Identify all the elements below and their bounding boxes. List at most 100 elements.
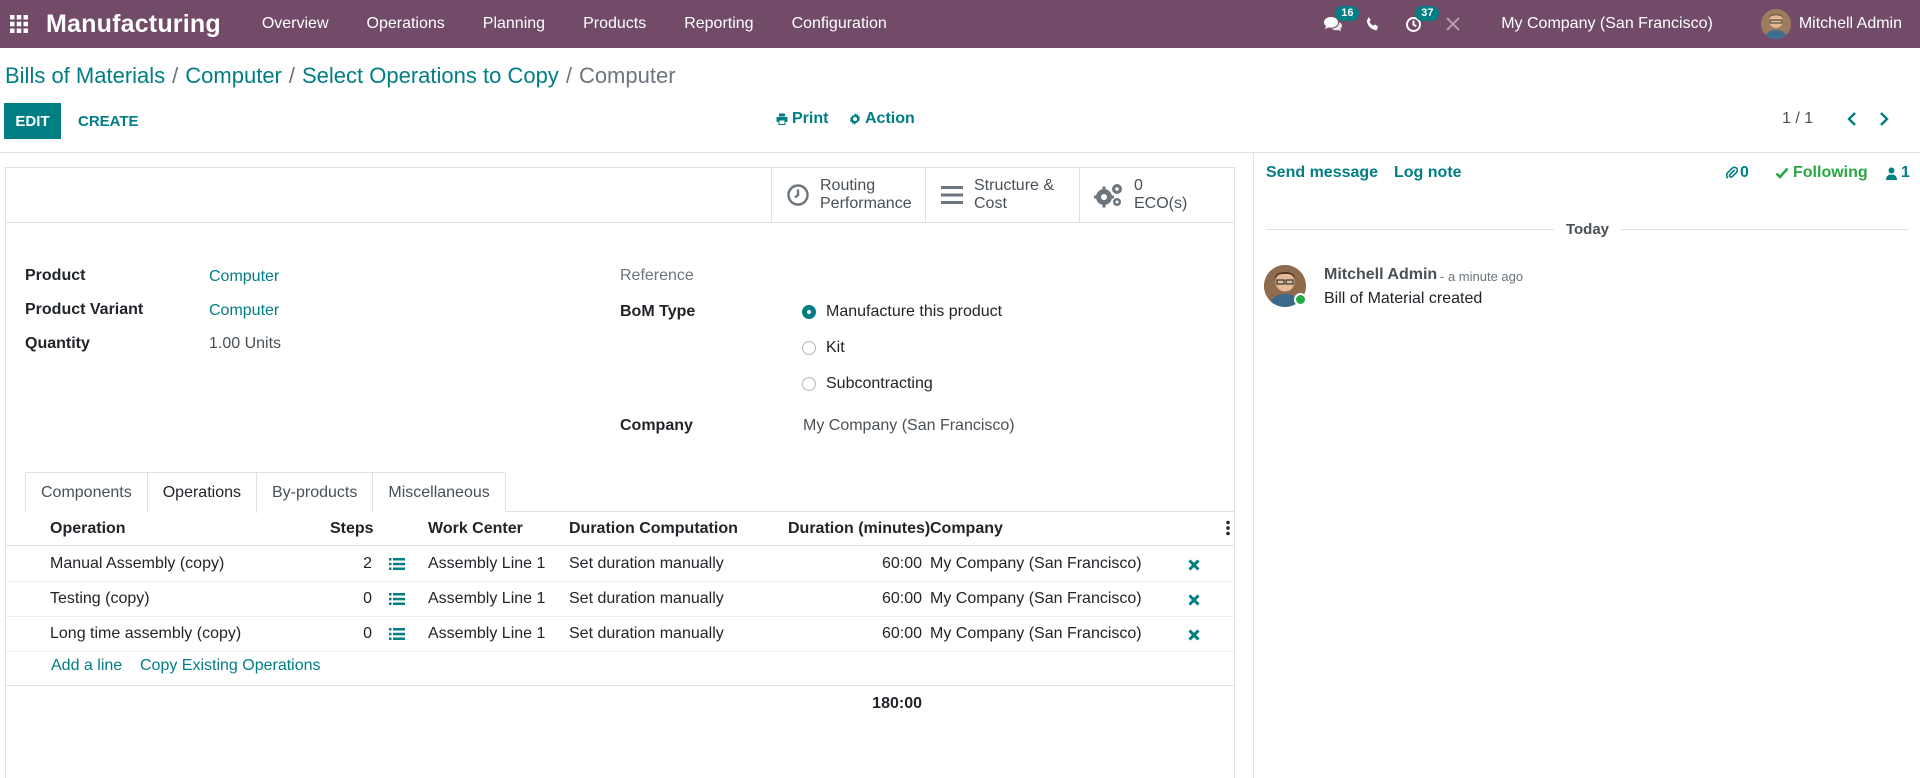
- operations-table-header: Operation Steps Work Center Duration Com…: [6, 512, 1234, 546]
- message-author-avatar[interactable]: [1264, 265, 1307, 307]
- steps-cell: 2: [363, 555, 372, 572]
- check-icon: [1775, 167, 1789, 179]
- apps-menu-icon[interactable]: [4, 0, 34, 48]
- delete-icon[interactable]: [1188, 558, 1200, 576]
- structure-cost-button[interactable]: Structure & Cost: [926, 168, 1080, 222]
- col-operation[interactable]: Operation: [50, 520, 126, 538]
- radio-checked-icon: [802, 305, 816, 319]
- col-company[interactable]: Company: [930, 520, 1003, 538]
- company-switcher[interactable]: My Company (San Francisco): [1501, 15, 1713, 33]
- create-button[interactable]: CREATE: [70, 103, 147, 139]
- menu-reporting[interactable]: Reporting: [665, 0, 772, 48]
- bom-type-subcontracting[interactable]: Subcontracting: [802, 375, 933, 393]
- printer-icon: [776, 113, 788, 125]
- attachments-button[interactable]: 0: [1726, 164, 1749, 182]
- app-title[interactable]: Manufacturing: [46, 10, 221, 39]
- pager-previous[interactable]: [1842, 108, 1862, 130]
- activity-menu[interactable]: 37: [1393, 0, 1440, 48]
- col-steps[interactable]: Steps: [330, 520, 374, 538]
- col-duration-computation[interactable]: Duration Computation: [569, 520, 738, 538]
- tab-operations[interactable]: Operations: [146, 472, 257, 513]
- top-navbar: Manufacturing Overview Operations Planni…: [0, 0, 1920, 48]
- breadcrumb-select-operations[interactable]: Select Operations to Copy: [302, 63, 559, 89]
- message-author[interactable]: Mitchell Admin: [1324, 266, 1437, 284]
- quantity-field[interactable]: 1.00 Units: [209, 335, 281, 353]
- smart-button-box: Routing Performance Structure & Cost 0 E…: [771, 168, 1234, 222]
- product-variant-field[interactable]: Computer: [209, 302, 279, 320]
- notebook-tabs: Components Operations By-products Miscel…: [25, 472, 506, 513]
- debug-menu[interactable]: [1433, 0, 1473, 48]
- bom-type-manufacture-label: Manufacture this product: [826, 303, 1003, 320]
- table-row[interactable]: Manual Assembly (copy) 2 Assembly Line 1…: [6, 547, 1234, 582]
- col-duration[interactable]: Duration (minutes): [788, 520, 930, 538]
- operation-cell: Manual Assembly (copy): [50, 555, 225, 572]
- bom-type-kit[interactable]: Kit: [802, 339, 845, 357]
- breadcrumb-bills-of-materials[interactable]: Bills of Materials: [5, 63, 165, 89]
- attachments-count: 0: [1740, 164, 1749, 181]
- messaging-menu[interactable]: 16: [1313, 0, 1360, 48]
- print-button[interactable]: Print: [776, 110, 828, 128]
- button-box-divider: [6, 222, 1234, 223]
- steps-cell: 0: [363, 625, 372, 642]
- copy-existing-operations-link[interactable]: Copy Existing Operations: [140, 657, 321, 675]
- gear-icon: [850, 113, 860, 125]
- breadcrumb-separator: /: [288, 63, 295, 88]
- duration-computation-cell: Set duration manually: [569, 590, 724, 607]
- bom-type-label: BoM Type: [620, 303, 696, 320]
- eco-button[interactable]: 0 ECO(s): [1080, 168, 1234, 222]
- delete-icon[interactable]: [1188, 593, 1200, 611]
- breadcrumb: Bills of Materials / Computer / Select O…: [5, 63, 676, 89]
- product-label: Product: [25, 267, 86, 284]
- pager-value[interactable]: 1 / 1: [1782, 110, 1813, 128]
- breadcrumb-computer[interactable]: Computer: [185, 63, 282, 89]
- tab-components[interactable]: Components: [25, 472, 148, 512]
- menu-operations[interactable]: Operations: [348, 0, 464, 48]
- total-duration: 180:00: [872, 695, 922, 712]
- form-sheet: Routing Performance Structure & Cost 0 E…: [5, 167, 1235, 778]
- routing-label-line2: Performance: [820, 195, 912, 212]
- product-field[interactable]: Computer: [209, 268, 279, 286]
- tab-by-products[interactable]: By-products: [255, 472, 374, 512]
- send-message-button[interactable]: Send message: [1266, 164, 1378, 182]
- duration-cell: 60:00: [881, 590, 922, 607]
- breadcrumb-separator: /: [172, 63, 179, 88]
- company-field[interactable]: My Company (San Francisco): [803, 417, 1015, 435]
- duration-computation-cell: Set duration manually: [569, 555, 724, 572]
- tab-miscellaneous[interactable]: Miscellaneous: [372, 472, 506, 512]
- user-avatar[interactable]: [1760, 9, 1791, 39]
- add-a-line-link[interactable]: Add a line: [51, 657, 122, 675]
- bom-type-manufacture[interactable]: Manufacture this product: [802, 303, 1002, 321]
- pager-next[interactable]: [1874, 108, 1894, 130]
- col-work-center[interactable]: Work Center: [428, 520, 523, 538]
- following-label: Following: [1793, 164, 1868, 181]
- menu-planning[interactable]: Planning: [464, 0, 564, 48]
- list-icon[interactable]: [389, 557, 405, 576]
- duration-cell: 60:00: [881, 625, 922, 642]
- log-note-button[interactable]: Log note: [1394, 164, 1462, 182]
- menu-overview[interactable]: Overview: [243, 0, 348, 48]
- user-menu[interactable]: Mitchell Admin: [1799, 15, 1902, 33]
- menu-configuration[interactable]: Configuration: [773, 0, 906, 48]
- voip-menu[interactable]: [1353, 0, 1393, 48]
- radio-unchecked-icon: [802, 341, 816, 355]
- chevron-right-icon: [1880, 112, 1889, 126]
- table-row[interactable]: Testing (copy) 0 Assembly Line 1 Set dur…: [6, 582, 1234, 617]
- structure-label-line2: Cost: [974, 195, 1007, 212]
- paperclip-icon: [1726, 166, 1738, 179]
- list-icon[interactable]: [389, 627, 405, 646]
- duration-computation-cell: Set duration manually: [569, 625, 724, 642]
- optional-columns-kebab-icon[interactable]: [1225, 520, 1231, 541]
- following-button[interactable]: Following: [1775, 164, 1868, 182]
- followers-button[interactable]: 1: [1886, 164, 1910, 182]
- menu-products[interactable]: Products: [564, 0, 665, 48]
- user-icon: [1886, 167, 1897, 180]
- steps-cell: 0: [363, 590, 372, 607]
- delete-icon[interactable]: [1188, 628, 1200, 646]
- routing-performance-button[interactable]: Routing Performance: [772, 168, 926, 222]
- table-row[interactable]: Long time assembly (copy) 0 Assembly Lin…: [6, 617, 1234, 652]
- action-button[interactable]: Action: [849, 110, 915, 128]
- online-status-icon: [1294, 293, 1307, 306]
- edit-button[interactable]: EDIT: [4, 103, 61, 139]
- work-center-cell: Assembly Line 1: [428, 625, 546, 642]
- list-icon[interactable]: [389, 592, 405, 611]
